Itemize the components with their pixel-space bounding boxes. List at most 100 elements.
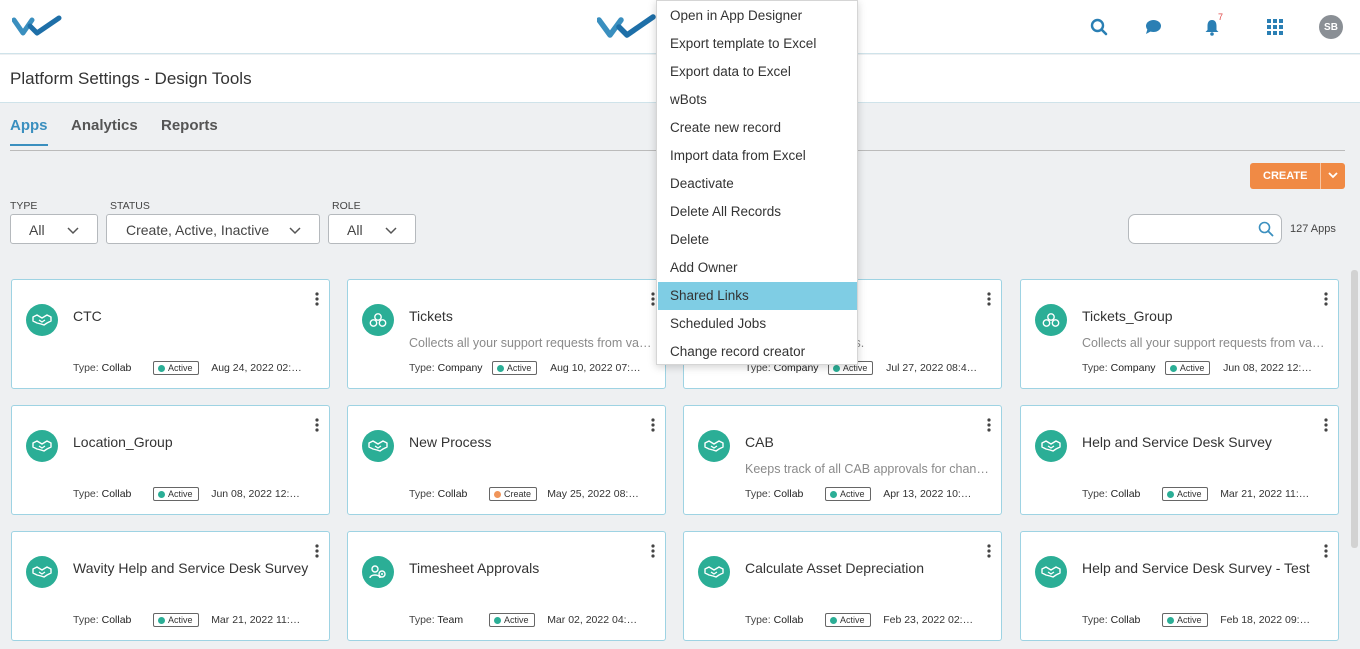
- search-icon[interactable]: [1088, 16, 1110, 38]
- app-type: Type: Collab: [409, 488, 467, 500]
- kebab-menu-icon[interactable]: [1319, 416, 1333, 434]
- kebab-menu-icon[interactable]: [982, 542, 996, 560]
- menu-item-open-in-app-designer[interactable]: Open in App Designer: [658, 2, 857, 30]
- kebab-menu-icon[interactable]: [1319, 542, 1333, 560]
- app-type-prefix: Type:: [73, 362, 102, 374]
- app-date: Mar 21, 2022 11:48 AM: [1220, 488, 1312, 500]
- building-icon: [362, 304, 394, 336]
- menu-item-change-record-creator[interactable]: Change record creator: [658, 338, 857, 366]
- tab-apps[interactable]: Apps: [10, 117, 48, 146]
- scrollbar-thumb[interactable]: [1351, 270, 1358, 548]
- app-type: Type: Collab: [1082, 488, 1140, 500]
- status-text: Active: [168, 363, 193, 373]
- app-context-menu: Open in App Designer Export template to E…: [656, 0, 858, 365]
- wavity-logo-icon[interactable]: [11, 14, 62, 43]
- app-description: Collects all your support requests from …: [409, 336, 654, 350]
- status-badge: Active: [825, 613, 871, 627]
- menu-item-create-new-record[interactable]: Create new record: [658, 114, 857, 142]
- app-type-prefix: Type:: [1082, 614, 1111, 626]
- app-card[interactable]: Help and Service Desk Survey - Test Type:…: [1020, 531, 1339, 641]
- app-type-prefix: Type:: [1082, 488, 1111, 500]
- app-card[interactable]: Tickets Collects all your support request…: [347, 279, 666, 389]
- app-name: CAB: [745, 434, 774, 450]
- search-icon[interactable]: [1258, 221, 1274, 242]
- type-filter-value: All: [29, 222, 45, 238]
- status-text: Active: [168, 615, 193, 625]
- kebab-menu-icon[interactable]: [646, 416, 660, 434]
- app-card[interactable]: CAB Keeps track of all CAB approvals for …: [683, 405, 1002, 515]
- app-type-value: Collab: [1110, 488, 1141, 500]
- status-badge: Active: [491, 361, 538, 375]
- app-card[interactable]: Tickets_Group Collects all your support r…: [1020, 279, 1339, 389]
- menu-item-add-owner[interactable]: Add Owner: [658, 254, 857, 282]
- create-button-divider: [1320, 163, 1321, 189]
- handshake-icon: [26, 556, 58, 588]
- kebab-menu-icon[interactable]: [310, 542, 324, 560]
- app-type-prefix: Type:: [73, 614, 102, 626]
- status-text: Active: [168, 489, 193, 499]
- status-filter-select[interactable]: Create, Active, Inactive: [106, 214, 320, 244]
- type-filter-select[interactable]: All: [10, 214, 98, 244]
- app-type-value: Team: [437, 614, 464, 626]
- kebab-menu-icon[interactable]: [310, 416, 324, 434]
- app-date: Jun 08, 2022 12:52 AM: [1223, 362, 1315, 374]
- chevron-down-icon: [67, 223, 79, 239]
- app-type: Type: Collab: [73, 362, 131, 374]
- handshake-icon: [1035, 556, 1067, 588]
- app-type-value: Collab: [773, 614, 804, 626]
- kebab-menu-icon[interactable]: [1319, 290, 1333, 308]
- status-badge: Active: [489, 613, 535, 627]
- app-type: Type: Company: [409, 362, 483, 374]
- building-icon: [1035, 304, 1067, 336]
- app-type: Type: Team: [409, 614, 463, 626]
- tab-analytics[interactable]: Analytics: [71, 117, 138, 144]
- menu-item-deactivate[interactable]: Deactivate: [658, 170, 857, 198]
- tab-reports[interactable]: Reports: [161, 117, 218, 144]
- app-description: Collects all your support requests from …: [1082, 336, 1327, 350]
- app-type-prefix: Type:: [745, 614, 774, 626]
- menu-item-delete[interactable]: Delete: [658, 226, 857, 254]
- chat-icon[interactable]: [1142, 16, 1164, 38]
- app-card[interactable]: Help and Service Desk Survey Type: Collab…: [1020, 405, 1339, 515]
- app-card[interactable]: Location_Group Type: Collab Active Jun 08, …: [11, 405, 330, 515]
- app-card[interactable]: New Process Type: Collab Create May 25, 202…: [347, 405, 666, 515]
- app-type: Type: Collab: [1082, 614, 1140, 626]
- app-type: Type: Collab: [73, 488, 131, 500]
- user-avatar[interactable]: SB: [1319, 15, 1343, 39]
- app-type: Type: Company: [1082, 362, 1156, 374]
- status-text: Active: [504, 615, 529, 625]
- role-filter-select[interactable]: All: [328, 214, 416, 244]
- kebab-menu-icon[interactable]: [310, 290, 324, 308]
- create-button[interactable]: CREATE: [1250, 163, 1345, 189]
- app-search-input[interactable]: [1137, 220, 1255, 238]
- handshake-icon: [26, 304, 58, 336]
- chevron-down-icon[interactable]: [1327, 169, 1339, 184]
- kebab-menu-icon[interactable]: [982, 290, 996, 308]
- menu-item-export-data-to-excel[interactable]: Export data to Excel: [658, 58, 857, 86]
- app-date: Feb 23, 2022 02:34 AM: [883, 614, 975, 626]
- app-date: May 25, 2022 08:31 AM: [547, 488, 640, 500]
- app-card[interactable]: Timesheet Approvals Type: Team Active Mar 0…: [347, 531, 666, 641]
- app-type-value: Collab: [437, 488, 468, 500]
- kebab-menu-icon[interactable]: [982, 416, 996, 434]
- menu-item-export-template-to-excel[interactable]: Export template to Excel: [658, 30, 857, 58]
- app-name: Timesheet Approvals: [409, 560, 540, 576]
- menu-item-shared-links[interactable]: Shared Links: [658, 282, 857, 310]
- app-type-value: Collab: [1110, 614, 1141, 626]
- app-card[interactable]: CTC Type: Collab Active Aug 24, 2022 02:39 …: [11, 279, 330, 389]
- menu-item-wbots[interactable]: wBots: [658, 86, 857, 114]
- app-type: Type: Collab: [745, 614, 803, 626]
- menu-item-import-data-from-excel[interactable]: Import data from Excel: [658, 142, 857, 170]
- handshake-icon: [26, 430, 58, 462]
- app-type-value: Collab: [101, 614, 132, 626]
- app-name: Location_Group: [73, 434, 173, 450]
- app-card[interactable]: Wavity Help and Service Desk Survey Type:…: [11, 531, 330, 641]
- app-type-value: Company: [437, 362, 483, 374]
- app-card[interactable]: Calculate Asset Depreciation Type: Collab…: [683, 531, 1002, 641]
- notification-count: 7: [1218, 12, 1224, 22]
- kebab-menu-icon[interactable]: [646, 542, 660, 560]
- menu-item-delete-all-records[interactable]: Delete All Records: [658, 198, 857, 226]
- apps-grid-icon[interactable]: [1264, 16, 1286, 38]
- app-name: New Process: [409, 434, 492, 450]
- menu-item-scheduled-jobs[interactable]: Scheduled Jobs: [658, 310, 857, 338]
